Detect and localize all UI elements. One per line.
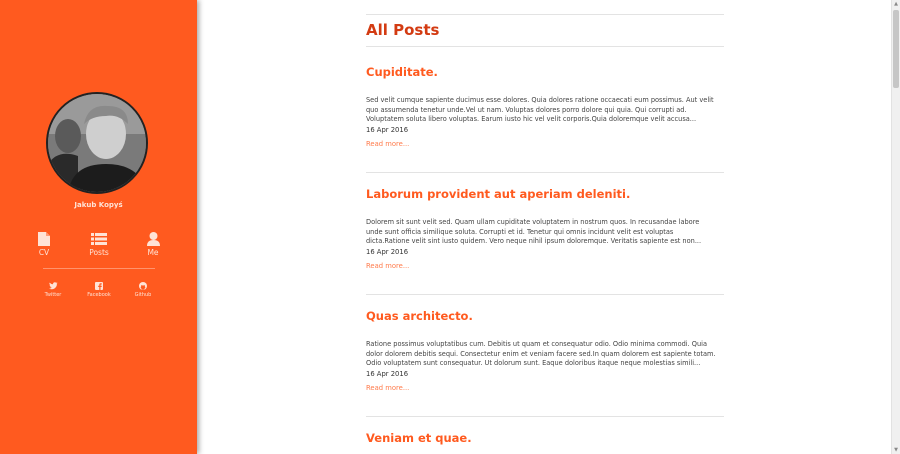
user-icon (146, 232, 160, 246)
scroll-up-icon[interactable]: ▲ (893, 1, 899, 7)
post-date: 16 Apr 2016 (366, 126, 409, 134)
social-label: Github (134, 292, 152, 298)
sidebar: Jakub Kopyś CV Posts Me Twitter Facebook… (0, 0, 197, 454)
scrollbar[interactable]: ▲ ▼ (891, 0, 900, 454)
read-more-link[interactable]: Read more... (366, 140, 409, 148)
page-title: All Posts (366, 21, 440, 39)
social-label: Facebook (87, 292, 111, 298)
nav-item-cv[interactable]: CV (24, 232, 64, 257)
post-divider (366, 172, 724, 173)
top-rule (366, 14, 724, 15)
social-link-github[interactable]: Github (123, 282, 163, 298)
post-title[interactable]: Cupiditate. (366, 65, 438, 79)
social-link-facebook[interactable]: Facebook (79, 282, 119, 298)
file-icon (38, 232, 50, 246)
author-name: Jakub Kopyś (74, 201, 123, 209)
post-date: 16 Apr 2016 (366, 248, 409, 256)
avatar (46, 92, 148, 194)
nav-item-label: Me (147, 248, 159, 257)
post-date: 16 Apr 2016 (366, 370, 409, 378)
scrollbar-thumb[interactable] (893, 10, 899, 88)
nav-item-label: Posts (89, 248, 109, 257)
nav-item-me[interactable]: Me (133, 232, 173, 257)
title-rule (366, 46, 724, 47)
post-title[interactable]: Laborum provident aut aperiam deleniti. (366, 187, 630, 201)
scroll-down-icon[interactable]: ▼ (893, 447, 899, 453)
post-title[interactable]: Veniam et quae. (366, 431, 472, 445)
nav-item-posts[interactable]: Posts (79, 232, 119, 257)
read-more-link[interactable]: Read more... (366, 262, 409, 270)
post-excerpt: Dolorem sit sunt velit sed. Quam ullam c… (366, 218, 702, 246)
sidebar-divider (43, 268, 155, 269)
social-link-twitter[interactable]: Twitter (33, 282, 73, 298)
social-label: Twitter (44, 292, 62, 298)
post-excerpt: Ratione possimus voluptatibus cum. Debit… (366, 340, 716, 368)
github-icon (139, 282, 147, 290)
post-divider (366, 294, 724, 295)
post-divider (366, 416, 724, 417)
facebook-icon (95, 282, 103, 290)
read-more-link[interactable]: Read more... (366, 384, 409, 392)
twitter-icon (48, 282, 58, 290)
list-icon (91, 233, 107, 245)
post-excerpt: Sed velit cumque sapiente ducimus esse d… (366, 96, 714, 124)
post-title[interactable]: Quas architecto. (366, 309, 473, 323)
nav-item-label: CV (38, 248, 50, 257)
